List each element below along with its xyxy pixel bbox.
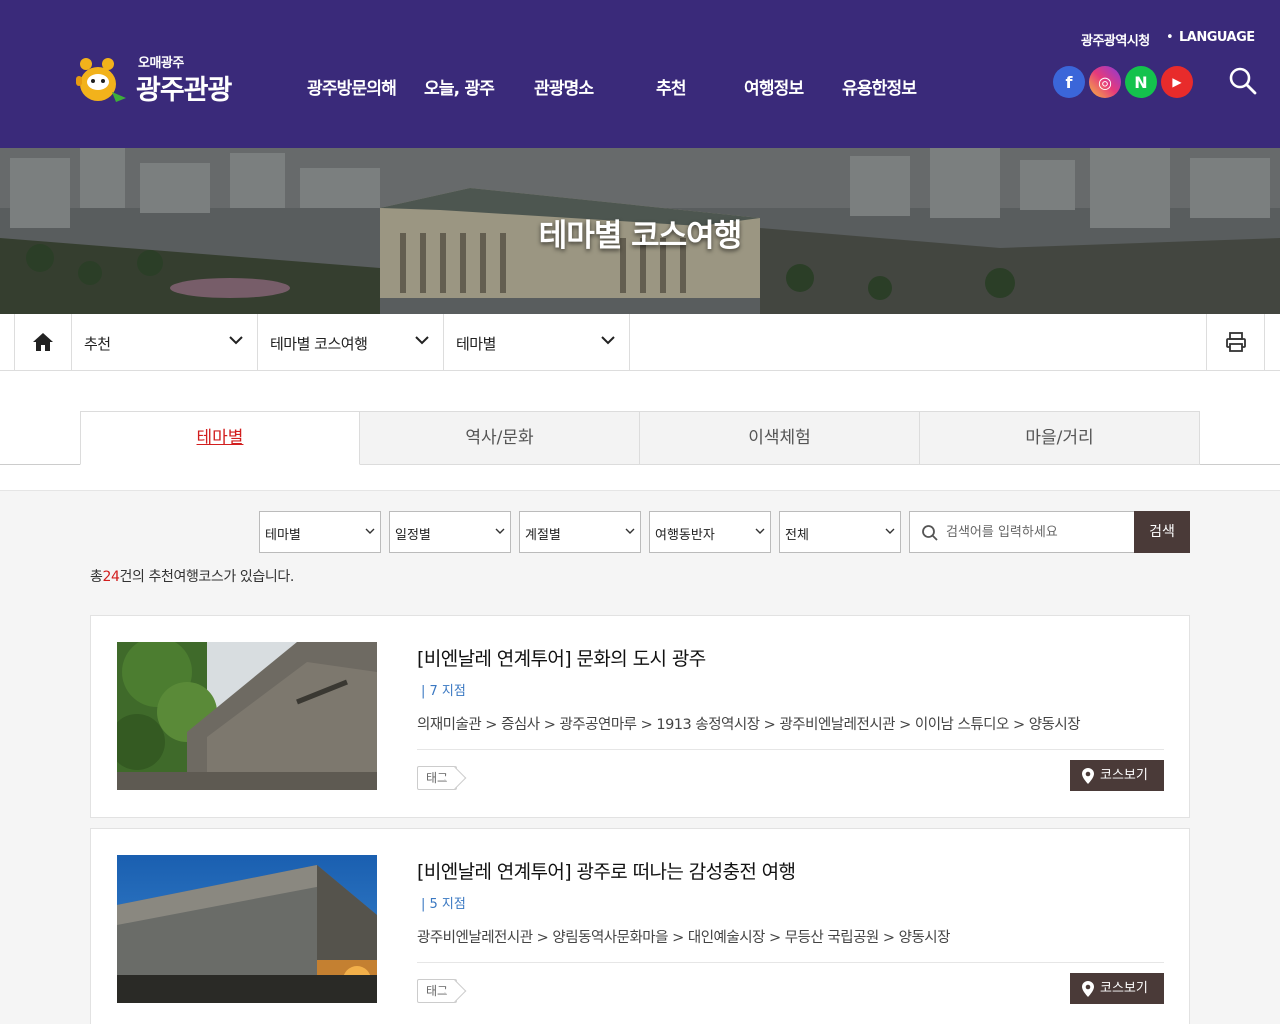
museum-photo [117, 642, 377, 790]
youtube-icon[interactable]: ▶ [1161, 66, 1193, 98]
chevron-down-icon [229, 336, 243, 345]
filter-schedule-select[interactable]: 일정별 [389, 511, 511, 553]
site-header: 오매광주 광주관광 광주방문의해 오늘, 광주 관광명소 추천 여행정보 유용한… [0, 0, 1280, 148]
chevron-down-icon [755, 528, 765, 534]
city-hall-link[interactable]: 광주광역시청 [1081, 30, 1150, 49]
breadcrumb-level1-label: 추천 [84, 335, 111, 353]
tab-unique-experience[interactable]: 이색체험 [640, 411, 920, 465]
nav-recommend[interactable]: 추천 [656, 74, 686, 99]
theme-tabs: 테마별 역사/문화 이색체험 마을/거리 [0, 371, 1280, 491]
view-course-button[interactable]: 코스보기 [1070, 973, 1164, 1004]
chevron-down-icon [625, 528, 635, 534]
search-input[interactable] [946, 521, 1130, 543]
card-divider [417, 749, 1164, 750]
map-pin-icon [1082, 768, 1094, 784]
tab-village-street[interactable]: 마을/거리 [920, 411, 1200, 465]
search-icon [922, 525, 938, 541]
view-course-button[interactable]: 코스보기 [1070, 760, 1164, 791]
tab-history-culture[interactable]: 역사/문화 [360, 411, 640, 465]
course-route: 광주비엔날레전시관 > 양림동역사문화마을 > 대인예술시장 > 무등산 국립공… [417, 930, 950, 946]
home-icon [33, 333, 53, 351]
search-button[interactable]: 검색 [1134, 511, 1190, 553]
result-suffix: 건의 추천여행코스가 있습니다. [119, 569, 295, 585]
filter-season-select[interactable]: 계절별 [519, 511, 641, 553]
logo-title: 광주관광 [136, 75, 232, 106]
filter-scope-select[interactable]: 전체 [779, 511, 901, 553]
filter-season-value: 계절별 [525, 528, 561, 543]
language-link[interactable]: LANGUAGE [1179, 30, 1255, 45]
course-spot-count: | 7 지점 [421, 684, 466, 699]
hero-banner: 테마별 코스여행 [0, 148, 1280, 314]
home-button[interactable] [14, 314, 72, 370]
chevron-down-icon [415, 336, 429, 345]
course-card: [비엔날레 연계투어] 문화의 도시 광주 | 7 지점 의재미술관 > 증심사… [90, 615, 1190, 818]
chevron-down-icon [365, 528, 375, 534]
instagram-icon[interactable]: ◎ [1089, 66, 1121, 98]
filter-scope-value: 전체 [785, 528, 809, 543]
page-title: 테마별 코스여행 [538, 218, 742, 254]
filter-theme-value: 테마별 [265, 528, 301, 543]
result-count: 24 [102, 569, 120, 585]
search-icon[interactable] [1228, 66, 1258, 96]
breadcrumb-select-level3[interactable]: 테마별 [444, 314, 630, 370]
breadcrumb-level3-label: 테마별 [456, 335, 496, 353]
card-divider [417, 962, 1164, 963]
filter-companion-select[interactable]: 여행동반자 [649, 511, 771, 553]
print-icon [1225, 332, 1246, 352]
result-count-text: 총24건의 추천여행코스가 있습니다. [90, 566, 294, 586]
search-field [909, 511, 1135, 553]
breadcrumb-level2-label: 테마별 코스여행 [270, 335, 368, 353]
course-title[interactable]: [비엔날레 연계투어] 문화의 도시 광주 [417, 644, 706, 671]
course-title[interactable]: [비엔날레 연계투어] 광주로 떠나는 감성충전 여행 [417, 857, 796, 884]
filter-companion-value: 여행동반자 [655, 528, 715, 543]
course-tag[interactable]: 태그 [417, 766, 457, 790]
course-route: 의재미술관 > 증심사 > 광주공연마루 > 1913 송정역시장 > 광주비엔… [417, 717, 1081, 733]
result-prefix: 총 [90, 569, 103, 585]
chevron-down-icon [495, 528, 505, 534]
course-thumbnail[interactable] [117, 855, 377, 1003]
breadcrumb-select-level2[interactable]: 테마별 코스여행 [258, 314, 444, 370]
course-spot-count: | 5 지점 [421, 897, 466, 912]
map-pin-icon [1082, 981, 1094, 997]
mascot-logo-icon [76, 58, 126, 102]
nav-visit-year[interactable]: 광주방문의해 [307, 74, 397, 99]
course-card: [비엔날레 연계투어] 광주로 떠나는 감성충전 여행 | 5 지점 광주비엔날… [90, 828, 1190, 1024]
print-button[interactable] [1206, 314, 1265, 370]
nav-today-gwangju[interactable]: 오늘, 광주 [424, 74, 495, 99]
filter-theme-select[interactable]: 테마별 [259, 511, 381, 553]
nav-attractions[interactable]: 관광명소 [534, 74, 594, 99]
view-course-label: 코스보기 [1100, 981, 1148, 996]
biennale-hall-photo [117, 855, 377, 1003]
filter-schedule-value: 일정별 [395, 528, 431, 543]
view-course-label: 코스보기 [1100, 768, 1148, 783]
course-thumbnail[interactable] [117, 642, 377, 790]
chevron-down-icon [885, 528, 895, 534]
breadcrumb-select-level1[interactable]: 추천 [72, 314, 258, 370]
site-logo[interactable]: 오매광주 광주관광 [72, 50, 252, 106]
course-tag[interactable]: 태그 [417, 979, 457, 1003]
chevron-down-icon [601, 336, 615, 345]
tab-theme[interactable]: 테마별 [80, 411, 360, 465]
nav-useful-info[interactable]: 유용한정보 [842, 74, 917, 99]
nav-travel-info[interactable]: 여행정보 [744, 74, 804, 99]
breadcrumb: 추천 테마별 코스여행 테마별 [0, 314, 1280, 371]
util-separator: • [1166, 30, 1174, 45]
naver-icon[interactable]: N [1125, 66, 1157, 98]
facebook-icon[interactable]: f [1053, 66, 1085, 98]
